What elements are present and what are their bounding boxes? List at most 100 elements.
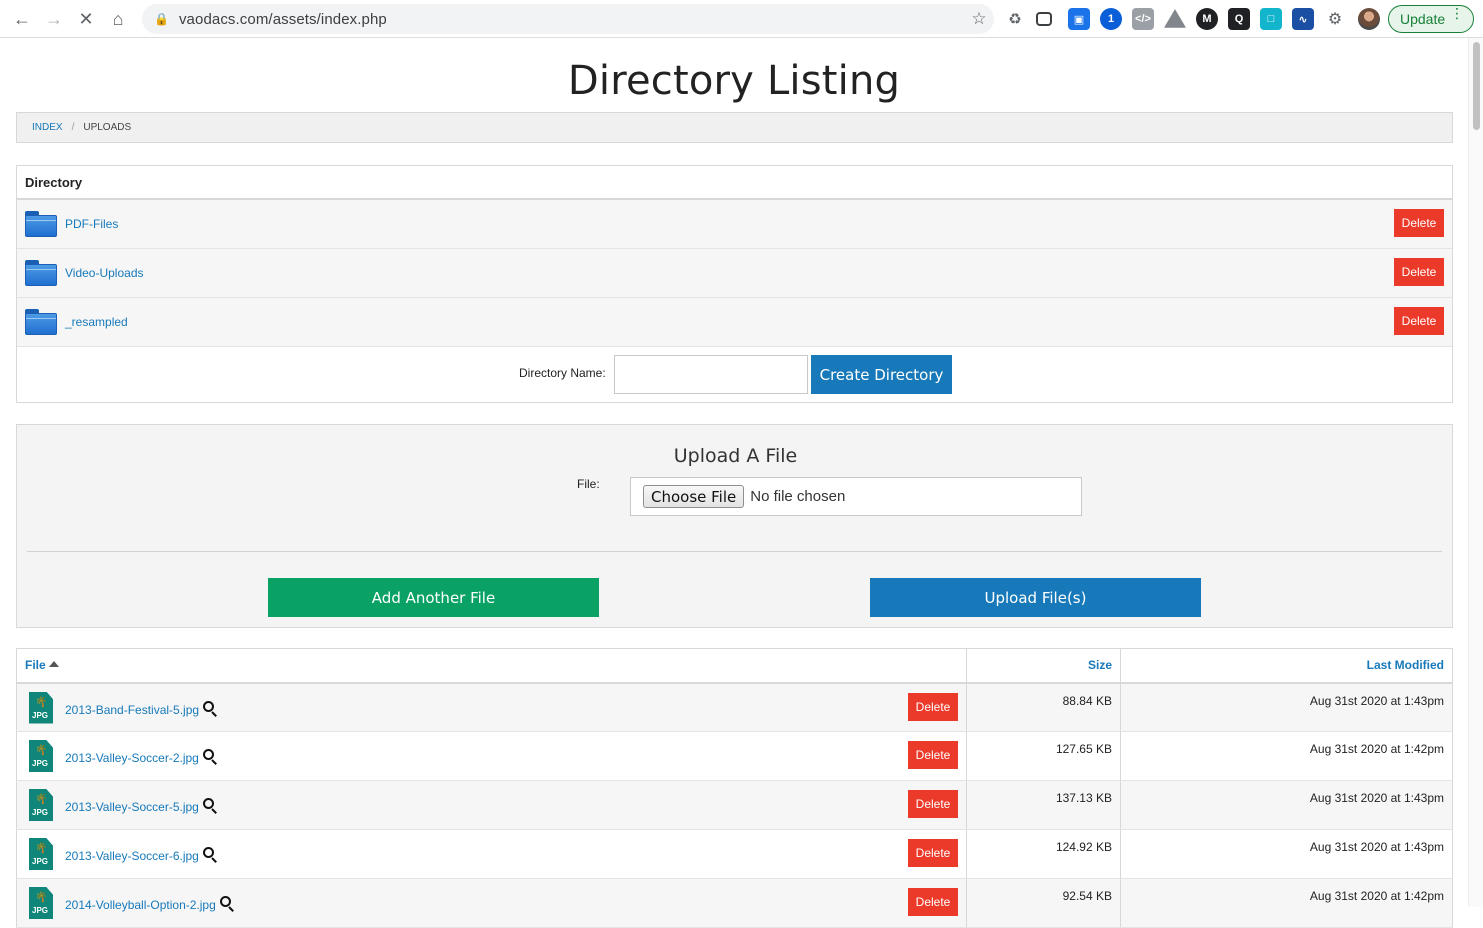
folder-icon (25, 260, 57, 286)
browser-toolbar: ← → ✕ ⌂ 🔒 vaodacs.com/assets/index.php ☆… (0, 0, 1483, 38)
file-modified: Aug 31st 2020 at 1:43pm (1120, 682, 1453, 732)
table-row: 🌴 JPG 2013-Valley-Soccer-6.jpg Delete 124… (16, 829, 1453, 879)
directory-name-input[interactable] (614, 355, 808, 394)
update-button[interactable]: Update ⋮ (1388, 5, 1474, 33)
chart-extension-icon[interactable]: ∿ (1292, 8, 1314, 30)
file-cell: 🌴 JPG 2013-Valley-Soccer-5.jpg Delete (16, 780, 967, 830)
delete-file-button[interactable]: Delete (908, 839, 958, 867)
lock-icon: 🔒 (154, 12, 169, 26)
no-file-chosen-text: No file chosen (750, 488, 846, 505)
bookmark-star-icon[interactable]: ☆ (964, 9, 994, 29)
delete-file-button[interactable]: Delete (908, 888, 958, 916)
delete-file-button[interactable]: Delete (908, 790, 958, 818)
directory-header: Directory (17, 166, 1452, 200)
file-link[interactable]: 2014-Volleyball-Option-2.jpg (65, 898, 216, 912)
files-table: File Size Last Modified 🌴 JPG 2013-Band-F… (16, 648, 1453, 928)
file-link[interactable]: 2013-Valley-Soccer-5.jpg (65, 800, 199, 814)
q-extension-icon[interactable]: Q (1228, 8, 1250, 30)
breadcrumb: INDEX / UPLOADS (16, 112, 1453, 143)
address-bar[interactable]: 🔒 vaodacs.com/assets/index.php ☆ (142, 4, 994, 34)
directory-link[interactable]: Video-Uploads (65, 266, 144, 280)
home-icon[interactable]: ⌂ (102, 3, 134, 35)
file-cell: 🌴 JPG 2013-Band-Festival-5.jpg Delete (16, 682, 967, 732)
table-row: 🌴 JPG 2013-Band-Festival-5.jpg Delete 88.… (16, 682, 1453, 732)
upload-panel: Upload A File File: Choose File No file … (16, 424, 1453, 628)
file-modified: Aug 31st 2020 at 1:42pm (1120, 731, 1453, 781)
recycle-extension-icon[interactable]: ♻ (1004, 8, 1026, 30)
file-column-label: File (25, 658, 46, 673)
breadcrumb-separator: / (71, 122, 75, 133)
folder-icon (25, 211, 57, 237)
update-label: Update (1400, 11, 1446, 27)
extensions-bar: ♻ ▣ 1 </> M Q □ ∿ ⚙ (1004, 5, 1356, 33)
last-modified-column-header[interactable]: Last Modified (1120, 648, 1453, 684)
magnify-icon[interactable] (202, 700, 218, 717)
file-size: 124.92 KB (966, 829, 1121, 879)
blue-extension-icon[interactable]: ▣ (1068, 8, 1090, 30)
jpg-file-icon: 🌴 JPG (29, 789, 53, 821)
m-extension-icon[interactable]: M (1196, 8, 1218, 30)
breadcrumb-current: UPLOADS (83, 122, 132, 133)
choose-file-button[interactable]: Choose File (643, 485, 745, 508)
file-modified: Aug 31st 2020 at 1:42pm (1120, 878, 1453, 928)
directory-row: PDF-Files Delete (17, 200, 1452, 249)
sort-ascending-icon (48, 661, 59, 668)
magnify-icon[interactable] (202, 847, 218, 863)
magnify-icon[interactable] (202, 749, 218, 765)
file-size: 92.54 KB (966, 878, 1121, 928)
delete-directory-button[interactable]: Delete (1394, 258, 1444, 286)
directory-row: Video-Uploads Delete (17, 249, 1452, 298)
jpg-file-icon: 🌴 JPG (29, 691, 53, 724)
menu-dots-icon: ⋮ (1450, 5, 1464, 21)
directory-link[interactable]: _resampled (65, 315, 128, 329)
jpg-file-icon: 🌴 JPG (29, 740, 53, 772)
delete-file-button[interactable]: Delete (908, 741, 958, 769)
delete-directory-button[interactable]: Delete (1394, 209, 1444, 237)
screenshot-extension-icon[interactable] (1036, 12, 1052, 26)
stop-loading-icon[interactable]: ✕ (70, 3, 102, 35)
file-link[interactable]: 2013-Band-Festival-5.jpg (65, 703, 199, 717)
file-modified: Aug 31st 2020 at 1:43pm (1120, 780, 1453, 830)
scrollbar-thumb[interactable] (1473, 42, 1480, 130)
code-extension-icon[interactable]: </> (1132, 8, 1154, 30)
directory-row: _resampled Delete (17, 298, 1452, 347)
page-scrollbar[interactable] (1468, 38, 1483, 907)
file-size: 127.65 KB (966, 731, 1121, 781)
jpg-file-icon: 🌴 JPG (29, 838, 53, 870)
file-link[interactable]: 2013-Valley-Soccer-6.jpg (65, 849, 199, 863)
directory-panel: Directory PDF-Files Delete Video-Uploads… (16, 165, 1453, 403)
magnify-icon[interactable] (219, 896, 235, 912)
drive-extension-icon[interactable] (1164, 9, 1186, 28)
upload-files-button[interactable]: Upload File(s) (870, 578, 1201, 617)
delete-file-button[interactable]: Delete (908, 692, 958, 721)
forward-icon[interactable]: → (38, 3, 70, 35)
upload-divider (27, 551, 1442, 552)
magnify-icon[interactable] (202, 798, 218, 814)
table-row: 🌴 JPG 2013-Valley-Soccer-2.jpg Delete 127… (16, 731, 1453, 781)
size-column-header[interactable]: Size (966, 648, 1121, 684)
extensions-puzzle-icon[interactable]: ⚙ (1324, 8, 1346, 30)
file-link[interactable]: 2013-Valley-Soccer-2.jpg (65, 751, 199, 765)
file-size: 137.13 KB (966, 780, 1121, 830)
upload-title: Upload A File (673, 445, 798, 467)
url-text: vaodacs.com/assets/index.php (178, 10, 387, 28)
password-manager-extension-icon[interactable]: 1 (1100, 8, 1122, 30)
breadcrumb-index-link[interactable]: INDEX (32, 122, 63, 133)
save-extension-icon[interactable]: □ (1260, 8, 1282, 30)
delete-directory-button[interactable]: Delete (1394, 307, 1444, 335)
folder-icon (25, 309, 57, 335)
file-input[interactable]: Choose File No file chosen (630, 477, 1082, 516)
table-row: 🌴 JPG 2013-Valley-Soccer-5.jpg Delete 137… (16, 780, 1453, 830)
file-column-header[interactable]: File (16, 648, 967, 684)
create-directory-button[interactable]: Create Directory (811, 355, 952, 394)
file-cell: 🌴 JPG 2013-Valley-Soccer-6.jpg Delete (16, 829, 967, 879)
back-icon[interactable]: ← (6, 3, 38, 35)
file-size: 88.84 KB (966, 682, 1121, 732)
table-row: 🌴 JPG 2014-Volleyball-Option-2.jpg Delete… (16, 878, 1453, 928)
profile-avatar[interactable] (1358, 8, 1380, 30)
file-modified: Aug 31st 2020 at 1:43pm (1120, 829, 1453, 879)
jpg-file-icon: 🌴 JPG (29, 887, 53, 919)
add-another-file-button[interactable]: Add Another File (268, 578, 599, 617)
directory-link[interactable]: PDF-Files (65, 217, 118, 231)
page-title: Directory Listing (567, 58, 901, 104)
